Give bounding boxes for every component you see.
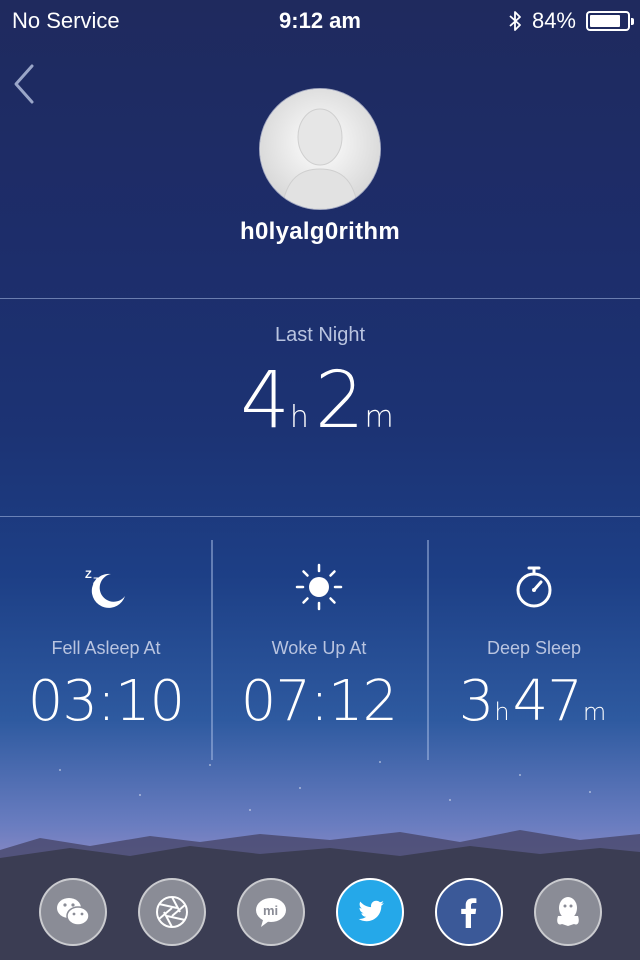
moments-icon [155,896,188,928]
status-right-group: 84% [508,8,634,34]
facebook-icon [460,898,476,928]
battery-fill [590,15,621,27]
sleep-summary-screen: No Service 9:12 am 84% h0lyalg0rithm Las… [0,0,640,960]
total-minutes: 2 [314,356,365,446]
mi-icon: mi [255,898,286,927]
status-bar: No Service 9:12 am 84% [0,0,640,40]
twitter-icon [358,900,384,922]
summary-label: Last Night [274,324,366,346]
stat-label: Fell Asleep At [51,638,161,658]
total-sleep-duration: 4h2m [0,362,640,440]
battery-percent: 84% [531,8,576,33]
avatar[interactable] [260,89,380,209]
stat-value: 3h47m [428,674,640,730]
stat-woke-up: Woke Up At 07:12 [213,540,425,760]
share-twitter-button[interactable] [335,878,404,946]
svg-text:Z: Z [85,569,92,581]
svg-text:Z: Z [93,576,99,586]
stat-fell-asleep: Z Z Fell Asleep At 03:10 [0,540,212,760]
stat-deep-sleep: Deep Sleep 3h47m [428,540,640,760]
svg-text:mi: mi [263,903,278,918]
deep-minutes: 47 [512,669,583,734]
share-bar: mi [0,864,640,960]
share-mi-button[interactable]: mi [236,878,305,946]
moon-zz-icon: Z Z [85,569,125,608]
minutes-unit: m [582,698,607,726]
sleep-stats: Z Z Fell Asleep At 03:10 Woke Up At 07:1… [0,540,640,760]
hours-unit: h [494,698,510,726]
stat-label: Deep Sleep [486,638,582,658]
username: h0lyalg0rithm [240,218,400,245]
stopwatch-icon [516,566,552,608]
stat-value: 07:12 [240,669,398,734]
deep-hours: 3 [458,669,495,734]
battery-icon [586,11,634,31]
total-hours: 4 [240,356,290,446]
sun-icon [295,563,343,611]
bluetooth-icon [509,11,521,31]
qq-icon [556,897,579,926]
share-qq-button[interactable] [533,878,602,946]
default-avatar-icon [260,89,380,209]
hours-unit: h [289,400,309,435]
stat-label: Woke Up At [271,638,367,658]
share-facebook-button[interactable] [434,878,503,946]
mountain-silhouette [0,761,640,870]
back-button[interactable] [10,62,40,106]
divider [0,298,640,299]
minutes-unit: m [364,400,394,435]
share-wechat-button[interactable] [38,878,107,946]
stat-value: 03:10 [27,669,185,734]
share-moments-button[interactable] [137,878,206,946]
divider [0,516,640,517]
wechat-icon [56,898,90,926]
chevron-left-icon [14,64,34,104]
